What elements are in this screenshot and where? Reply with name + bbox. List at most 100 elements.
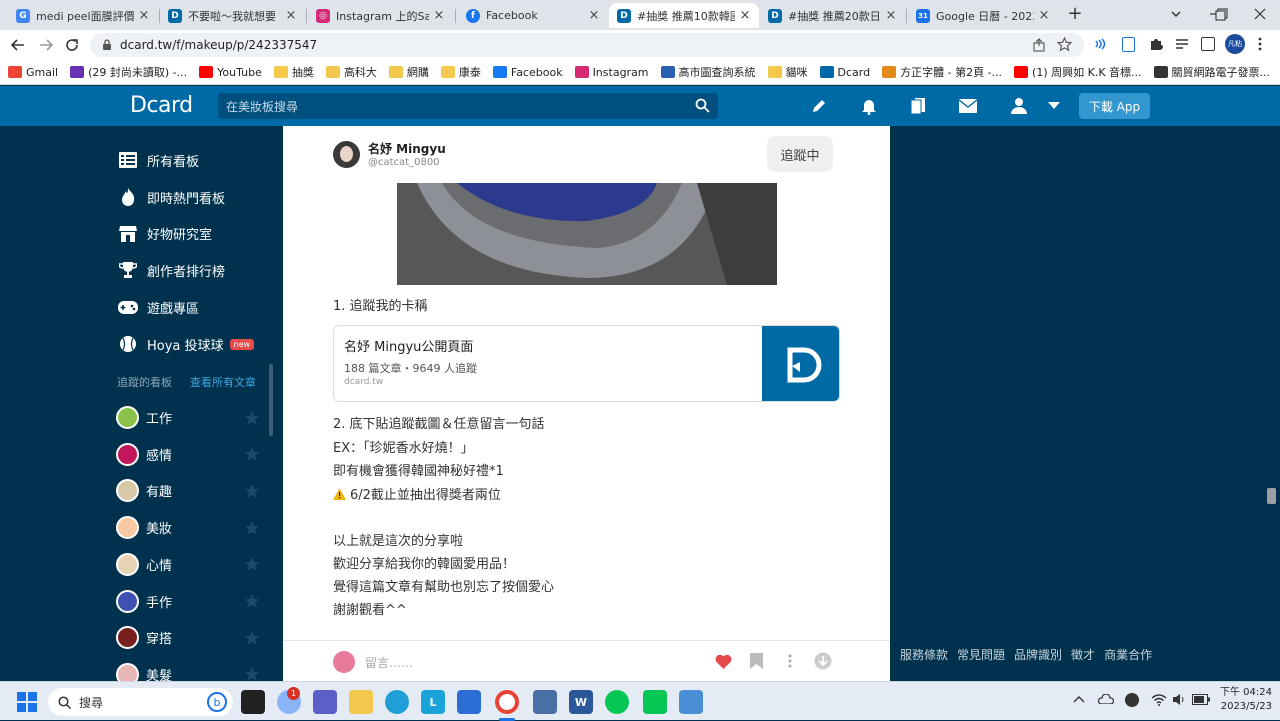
star-icon[interactable] <box>244 410 260 426</box>
line-app-icon[interactable] <box>643 690 667 714</box>
app-l-icon[interactable]: L <box>421 690 445 714</box>
restore-icon[interactable] <box>1214 6 1230 22</box>
star-icon[interactable] <box>244 520 260 536</box>
extension-doc-icon[interactable] <box>1122 37 1135 52</box>
close-tab-icon[interactable]: × <box>1038 8 1050 23</box>
tray-app-icon[interactable] <box>1125 693 1139 707</box>
url-text[interactable]: dcard.tw/f/makeup/p/242337547 <box>120 38 317 52</box>
sidebar-board-item[interactable]: 工作 <box>116 406 260 429</box>
bookmark-star-icon[interactable] <box>1057 37 1072 52</box>
author-avatar[interactable] <box>333 141 360 168</box>
sidebar-item-hot-boards[interactable]: 即時熱門看板 <box>118 187 225 207</box>
browser-tab[interactable]: f Facebook × <box>458 3 608 28</box>
word-icon[interactable]: W <box>569 690 593 714</box>
user-icon[interactable] <box>1011 97 1027 114</box>
address-bar[interactable]: dcard.tw/f/makeup/p/242337547 <box>90 33 1084 57</box>
close-tab-icon[interactable]: × <box>285 8 297 23</box>
bookmark-item[interactable]: 高科大 <box>325 64 377 80</box>
line-icon[interactable] <box>605 690 629 714</box>
side-panel-icon[interactable] <box>1201 37 1215 51</box>
taskbar-search[interactable]: 搜尋 b <box>48 688 233 716</box>
footer-link[interactable]: 服務條款 <box>900 646 948 663</box>
following-button[interactable]: 追蹤中 <box>767 136 833 172</box>
sidebar-board-item[interactable]: 心情 <box>116 552 260 576</box>
sidebar-item-creator-ranking[interactable]: 創作者排行榜 <box>118 260 225 280</box>
bookmark-item[interactable]: 網購 <box>388 64 429 80</box>
bookmark-item[interactable]: (29 封尚未讀取) -... <box>70 64 187 80</box>
write-post-icon[interactable] <box>811 98 827 114</box>
close-tab-icon[interactable]: × <box>433 8 445 23</box>
bookmark-item[interactable]: 高市圖查詢系統 <box>660 64 756 80</box>
bookmark-item[interactable]: 抽獎 <box>273 64 314 80</box>
bookmark-item[interactable]: Facebook <box>492 66 563 79</box>
star-icon[interactable] <box>244 556 260 572</box>
browser-tab[interactable]: 31 Google 日曆 - 2023年 × <box>908 3 1058 28</box>
tab-search-icon[interactable] <box>1168 6 1184 22</box>
browser-tab[interactable]: D 不要啦～我就想要 × <box>160 3 305 28</box>
star-icon[interactable] <box>244 593 260 609</box>
heart-icon[interactable] <box>715 654 732 669</box>
bookmark-item[interactable]: Instagram <box>574 66 649 79</box>
close-window-icon[interactable] <box>1252 6 1268 22</box>
wifi-icon[interactable] <box>1151 693 1167 706</box>
sidebar-board-item[interactable]: 手作 <box>116 589 260 613</box>
download-arrow-icon[interactable] <box>814 652 832 670</box>
clock[interactable]: 下午 04:24 2023/5/23 <box>1217 686 1272 714</box>
chrome-icon[interactable] <box>495 690 519 714</box>
sidebar-scrollbar[interactable] <box>269 364 273 436</box>
post-image[interactable] <box>397 183 777 285</box>
author-name[interactable]: 名妤 Mingyu <box>368 140 446 157</box>
more-options-icon[interactable] <box>788 654 792 668</box>
save-bookmark-icon[interactable] <box>750 653 763 669</box>
browser-tab[interactable]: ◎ Instagram 上的Sandy × <box>308 3 453 28</box>
bookmark-item[interactable]: 方正字體 - 第2頁 -... <box>882 64 1002 80</box>
speaker-icon[interactable] <box>1172 693 1186 706</box>
star-icon[interactable] <box>244 630 260 646</box>
cards-icon[interactable] <box>910 97 927 114</box>
bing-icon[interactable]: b <box>207 692 227 712</box>
browser-menu-icon[interactable] <box>1258 37 1262 51</box>
extension-wave-icon[interactable] <box>1094 37 1108 51</box>
forward-icon[interactable] <box>38 37 54 53</box>
notification-bell-icon[interactable] <box>861 97 877 115</box>
new-tab-icon[interactable]: + <box>1066 5 1084 23</box>
battery-icon[interactable] <box>1192 694 1210 705</box>
bookmark-item[interactable]: (1) 周興如 K.K 音標... <box>1014 64 1142 80</box>
microsoft-store-icon[interactable] <box>457 690 481 714</box>
sidebar-item-all-boards[interactable]: 所有看板 <box>118 150 199 170</box>
file-explorer-icon[interactable] <box>349 690 373 714</box>
search-input[interactable]: 在美妝板搜尋 <box>218 93 718 119</box>
browser-tab[interactable]: D #抽獎 推薦20款日本 × <box>760 3 905 28</box>
footer-link[interactable]: 徵才 <box>1071 646 1095 663</box>
sidebar-board-item[interactable]: 美妝 <box>116 516 260 540</box>
sidebar-board-item[interactable]: 美髮 <box>116 662 260 681</box>
profile-avatar[interactable]: 凡粘 <box>1225 34 1245 54</box>
close-tab-icon[interactable]: × <box>588 8 600 23</box>
comment-input[interactable]: 留言…… <box>365 654 413 671</box>
star-icon[interactable] <box>244 483 260 499</box>
lock-icon[interactable] <box>102 39 112 51</box>
notepad-icon[interactable] <box>679 690 703 714</box>
browser-tab[interactable]: G medi peel面膜評價 × <box>8 3 158 28</box>
footer-link[interactable]: 品牌識別 <box>1014 646 1062 663</box>
sidebar-board-item[interactable]: 感情 <box>116 442 260 466</box>
mail-icon[interactable] <box>959 99 977 113</box>
bookmark-item[interactable]: Dcard <box>819 66 870 79</box>
task-view-icon[interactable] <box>241 690 265 714</box>
sidebar-item-goods-lab[interactable]: 好物研究室 <box>118 223 212 243</box>
bookmark-item[interactable]: 關貿網路電子發票... <box>1153 64 1270 80</box>
bookmark-item[interactable]: Gmail <box>8 66 58 79</box>
bookmark-item[interactable]: YouTube <box>199 66 262 79</box>
bookmark-item[interactable]: 康泰 <box>440 64 481 80</box>
view-all-posts-link[interactable]: 查看所有文章 <box>190 374 256 390</box>
close-tab-icon[interactable]: × <box>739 8 751 23</box>
footer-link[interactable]: 常見問題 <box>957 646 1005 663</box>
star-icon[interactable] <box>244 446 260 462</box>
calculator-icon[interactable] <box>533 690 557 714</box>
download-app-button[interactable]: 下載 App <box>1079 93 1150 119</box>
reload-icon[interactable] <box>64 37 80 53</box>
teams-chat-icon[interactable] <box>313 690 337 714</box>
close-tab-icon[interactable]: × <box>885 8 897 23</box>
sidebar-item-hoya[interactable]: Hoya 投球球 new <box>118 334 255 354</box>
search-icon[interactable] <box>695 98 710 113</box>
